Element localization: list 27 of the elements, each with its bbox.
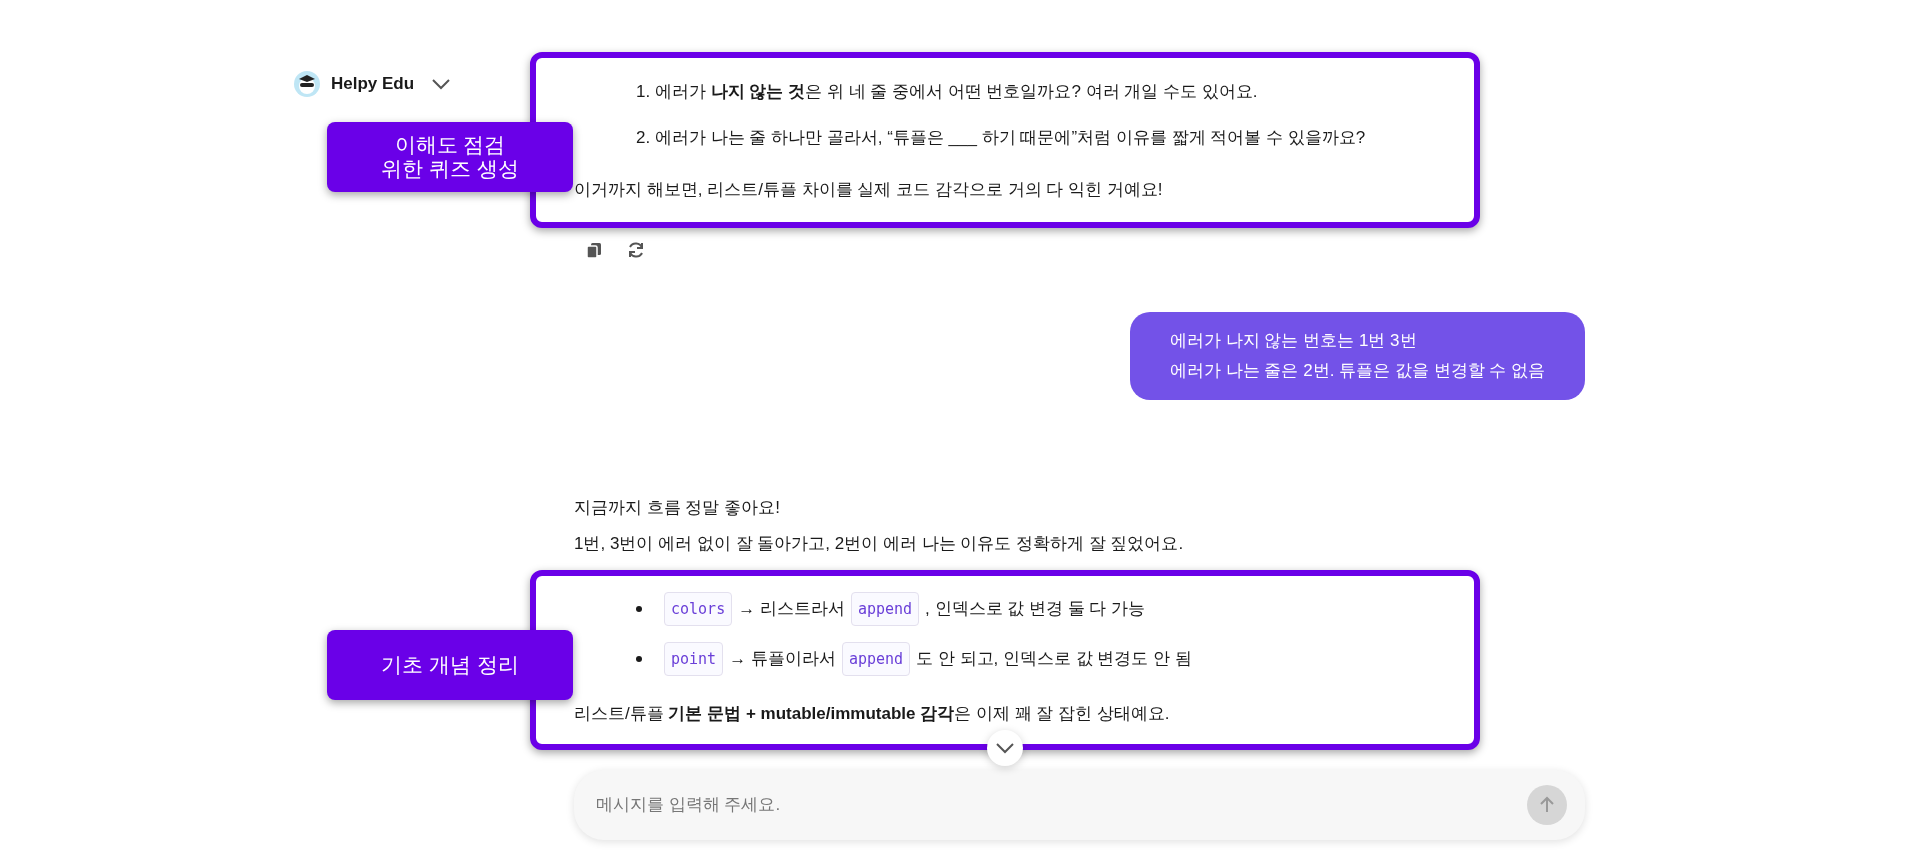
annotation-label: 기초 개념 정리 [327,630,573,700]
assistant-name: Helpy Edu [331,74,415,94]
message-input[interactable]: 메시지를 입력해 주세요. [574,770,1585,840]
quiz-question: 2. 에러가 나는 줄 하나만 골라서, “튜플은 ___ 하기 때문에”처럼 이유를 짧게 적어볼 수 있을까요? [636,127,1367,149]
scroll-down-button[interactable] [987,730,1023,766]
message-text: 1번, 3번이 에러 없이 잘 돌아가고, 2번이 에러 나는 이유도 정확하게 잘 짚었어요. [574,533,1185,555]
copy-icon[interactable] [584,240,604,260]
bullet-icon [636,656,642,662]
refresh-icon[interactable] [626,240,646,260]
bullet-text: → 리스트라서 [738,598,845,620]
inline-code: append [841,642,911,676]
bullet-text: 도 안 되고, 인덱스로 값 변경도 안 됨 [916,648,1192,670]
avatar-icon [293,70,321,98]
inline-code: append [850,592,920,626]
inline-code: point [664,642,724,676]
message-text: 리스트/튜플 기본 문법 + mutable/immutable 감각은 이제 꽤 잘 잡힌 상태예요. [574,703,1171,725]
message-text: 지금까지 흐름 정말 좋아요! [574,497,781,519]
chevron-down-icon[interactable] [430,77,453,91]
chevron-down-icon [994,741,1016,755]
user-message: 에러가 나지 않는 번호는 1번 3번 에러가 나는 줄은 2번. 튜플은 값을 변경할 수 없음 [1130,312,1585,400]
bullet-icon [636,606,642,612]
message-text: 이거까지 해보면, 리스트/튜플 차이를 실제 코드 감각으로 거의 다 익힌 거예요! [574,179,1164,201]
inline-code: colors [664,592,733,626]
bullet-text: , 인덱스로 값 변경 둘 다 가능 [925,598,1146,620]
annotation-label: 이해도 점검 위한 퀴즈 생성 [327,122,573,192]
quiz-question: 1. 에러가 나지 않는 것은 위 네 줄 중에서 어떤 번호일까요? 여러 개일 수도 있어요. [636,81,1259,103]
bullet-text: → 튜플이라서 [729,648,836,670]
